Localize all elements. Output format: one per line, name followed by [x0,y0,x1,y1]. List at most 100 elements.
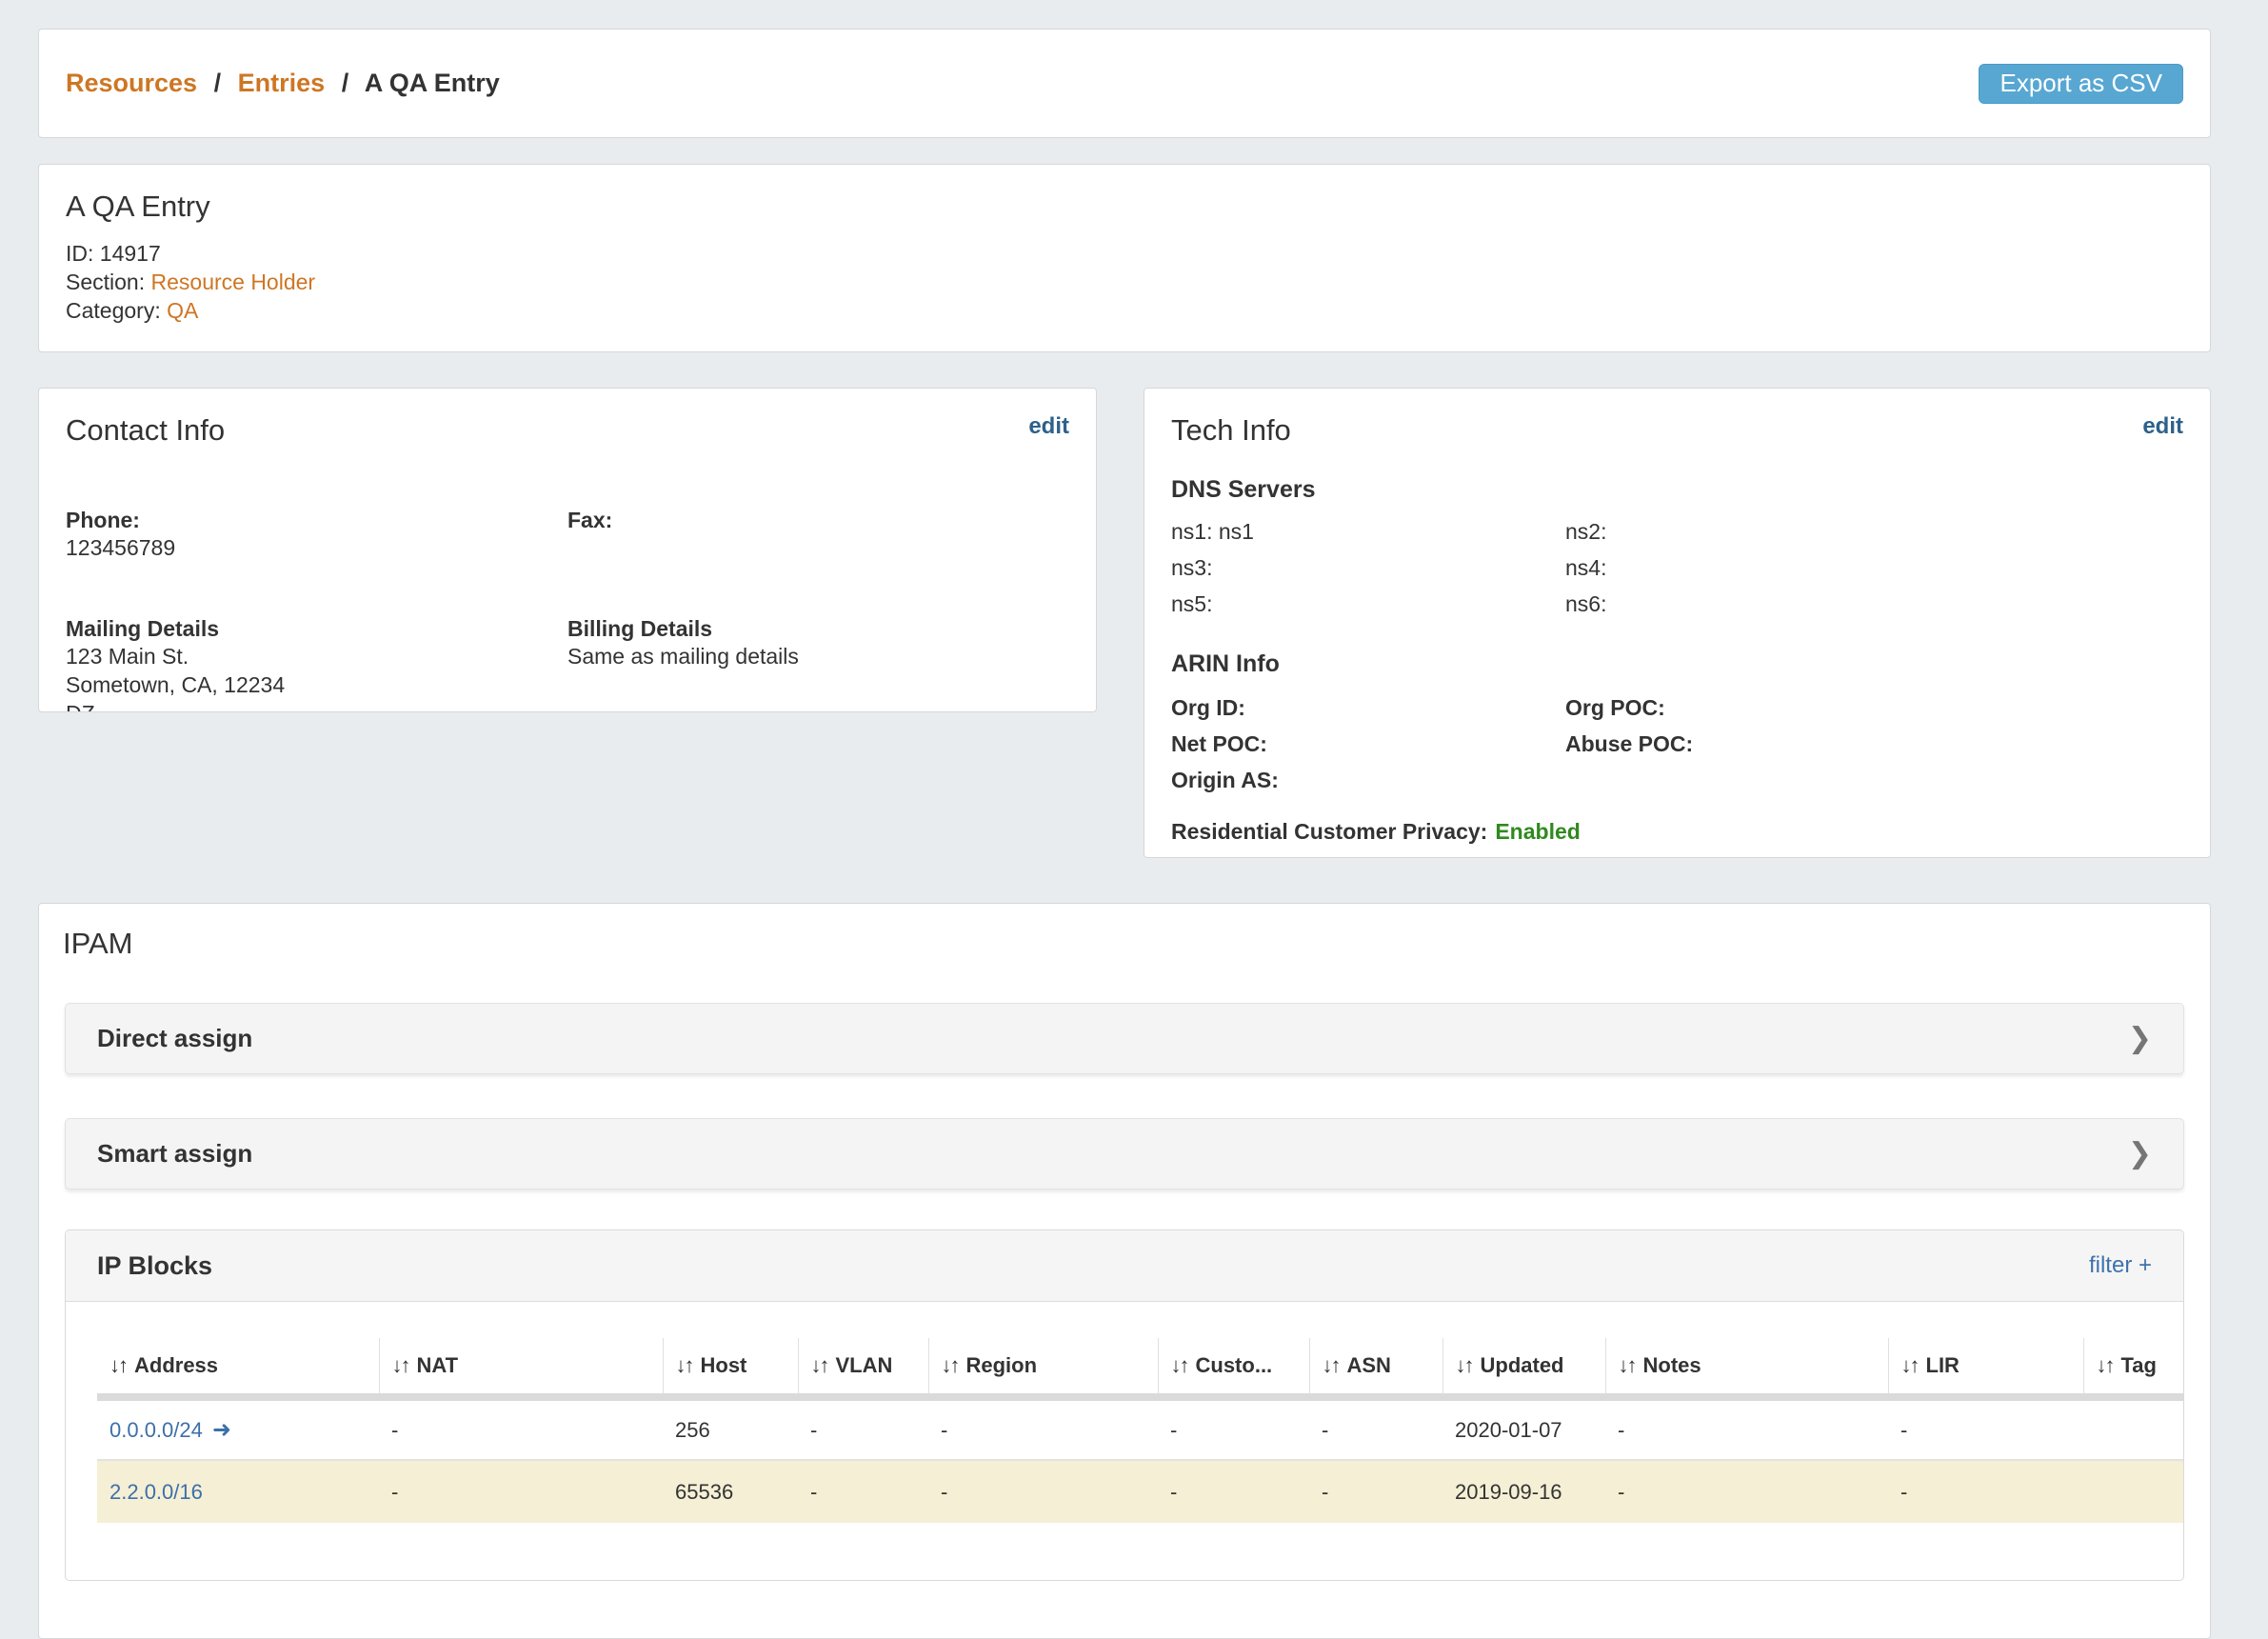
dns-servers-heading: DNS Servers [1171,476,2183,504]
ip-block-link[interactable]: 2.2.0.0/16 [109,1480,203,1504]
column-header-region[interactable]: ↓↑Region [928,1338,1158,1397]
cell-nat: - [379,1460,663,1523]
cell-customer: - [1158,1460,1309,1523]
column-header-host[interactable]: ↓↑Host [663,1338,798,1397]
smart-assign-accordion[interactable]: Smart assign ❯ [65,1118,2184,1189]
ip-blocks-table-container: ↓↑Address ↓↑NAT ↓↑Host ↓↑VLAN ↓↑Region ↓… [66,1302,2183,1580]
mailing-line: DZ [66,699,567,712]
cell-tags [2083,1397,2183,1460]
column-header-updated[interactable]: ↓↑Updated [1442,1338,1605,1397]
arin-org-poc: Org POC: [1565,690,2183,726]
column-header-lir[interactable]: ↓↑LIR [1888,1338,2083,1397]
column-label: Host [701,1353,747,1377]
column-header-tags[interactable]: ↓↑ Tag [2083,1338,2183,1397]
breadcrumb-current: A QA Entry [365,69,500,97]
fax-label: Fax: [567,507,1069,533]
ip-blocks-panel: IP Blocks filter + ↓↑Address ↓↑NAT ↓↑Hos… [65,1229,2184,1581]
phone-label: Phone: [66,507,567,533]
page: Resources / Entries / A QA Entry Export … [0,0,2268,1639]
table-row: 0.0.0.0/24➜ - 256 - - - - 2020-01-07 - - [97,1397,2183,1460]
sort-icon: ↓↑ [1323,1353,1340,1377]
mailing-line: Sometown, CA, 12234 [66,670,567,699]
breadcrumb-link-resources[interactable]: Resources [66,69,197,97]
entry-title: A QA Entry [66,190,2183,224]
column-label: Updated [1481,1353,1564,1377]
cell-nat: - [379,1397,663,1460]
column-header-nat[interactable]: ↓↑NAT [379,1338,663,1397]
privacy-label: Residential Customer Privacy: [1171,819,1487,844]
cell-region: - [928,1397,1158,1460]
column-label: Notes [1643,1353,1701,1377]
phone-value: 123456789 [66,533,567,562]
column-header-notes[interactable]: ↓↑ Notes [1605,1338,1888,1397]
dns-label: ns3: [1171,555,1212,581]
assign-arrow-icon: ➜ [212,1417,231,1443]
breadcrumb-link-entries[interactable]: Entries [238,69,326,97]
column-label: NAT [417,1353,459,1377]
direct-assign-label: Direct assign [97,1024,252,1053]
cell-host: 65536 [663,1460,798,1523]
tech-edit-link[interactable]: edit [2142,413,2183,440]
cell-vlan: - [798,1397,928,1460]
contact-info-title: Contact Info [66,413,225,448]
dns-servers-grid: ns1: ns1 ns2: ns3: ns4: ns5: ns6: [1171,513,2183,622]
dns-value: ns1 [1219,519,1254,545]
filter-toggle-link[interactable]: filter + [2089,1252,2152,1279]
entry-meta: ID: 14917 Section: Resource Holder Categ… [66,239,2183,325]
cell-host: 256 [663,1397,798,1460]
column-label: ASN [1347,1353,1391,1377]
entry-category-link[interactable]: QA [167,298,198,323]
mailing-details: Mailing Details 123 Main St. Sometown, C… [66,615,567,712]
dns-ns2: ns2: [1565,513,2183,550]
entry-id-label: ID: [66,241,93,266]
arin-info-grid: Org ID: Org POC: Net POC: Abuse POC: Ori… [1171,690,2183,798]
dns-label: ns2: [1565,519,1606,545]
ip-block-link[interactable]: 0.0.0.0/24 [109,1418,203,1442]
dns-ns3: ns3: [1171,550,1565,586]
contact-info-panel: Contact Info edit Phone: 123456789 Fax: … [38,388,1097,712]
ipam-panel: IPAM Direct assign ❯ Smart assign ❯ IP B… [38,903,2211,1639]
dns-ns6: ns6: [1565,586,2183,622]
sort-icon: ↓↑ [811,1353,828,1377]
column-header-customer[interactable]: ↓↑ Custo... [1158,1338,1309,1397]
table-header-row: ↓↑Address ↓↑NAT ↓↑Host ↓↑VLAN ↓↑Region ↓… [97,1338,2183,1397]
column-label: Address [134,1353,218,1377]
sort-icon: ↓↑ [2097,1353,2114,1377]
phone-field: Phone: 123456789 [66,507,567,562]
arin-info-heading: ARIN Info [1171,650,2183,678]
mailing-line: 123 Main St. [66,642,567,670]
column-header-vlan[interactable]: ↓↑ VLAN [798,1338,928,1397]
direct-assign-accordion[interactable]: Direct assign ❯ [65,1003,2184,1074]
dns-ns4: ns4: [1565,550,2183,586]
arin-origin-as: Origin AS: [1171,762,1565,798]
column-header-address[interactable]: ↓↑Address [97,1338,379,1397]
cell-notes: - [1605,1397,1888,1460]
column-label: Tag [2121,1353,2157,1377]
cell-vlan: - [798,1460,928,1523]
dns-label: ns4: [1565,555,1606,581]
sort-icon: ↓↑ [1619,1353,1636,1377]
breadcrumb-separator: / [214,69,222,97]
breadcrumb-separator: / [342,69,349,97]
dns-label: ns5: [1171,591,1212,617]
mailing-label: Mailing Details [66,615,567,642]
column-label: VLAN [836,1353,893,1377]
export-csv-button[interactable]: Export as CSV [1979,64,2183,104]
contact-edit-link[interactable]: edit [1028,413,1069,440]
sort-icon: ↓↑ [1171,1353,1188,1377]
column-label: Region [966,1353,1038,1377]
cell-asn: - [1309,1460,1442,1523]
breadcrumb: Resources / Entries / A QA Entry [66,69,500,98]
ip-blocks-title: IP Blocks [97,1251,212,1281]
column-header-asn[interactable]: ↓↑ ASN [1309,1338,1442,1397]
cell-tags [2083,1460,2183,1523]
column-label: Custo... [1196,1353,1273,1377]
dns-label: ns1: [1171,519,1212,545]
entry-section-link[interactable]: Resource Holder [151,270,316,294]
dns-ns1: ns1: ns1 [1171,513,1565,550]
entry-id-value: 14917 [100,241,161,266]
entry-summary-panel: A QA Entry ID: 14917 Section: Resource H… [38,164,2211,352]
cell-updated: 2019-09-16 [1442,1460,1605,1523]
entry-section-label: Section: [66,270,145,294]
dns-label: ns6: [1565,591,1606,617]
